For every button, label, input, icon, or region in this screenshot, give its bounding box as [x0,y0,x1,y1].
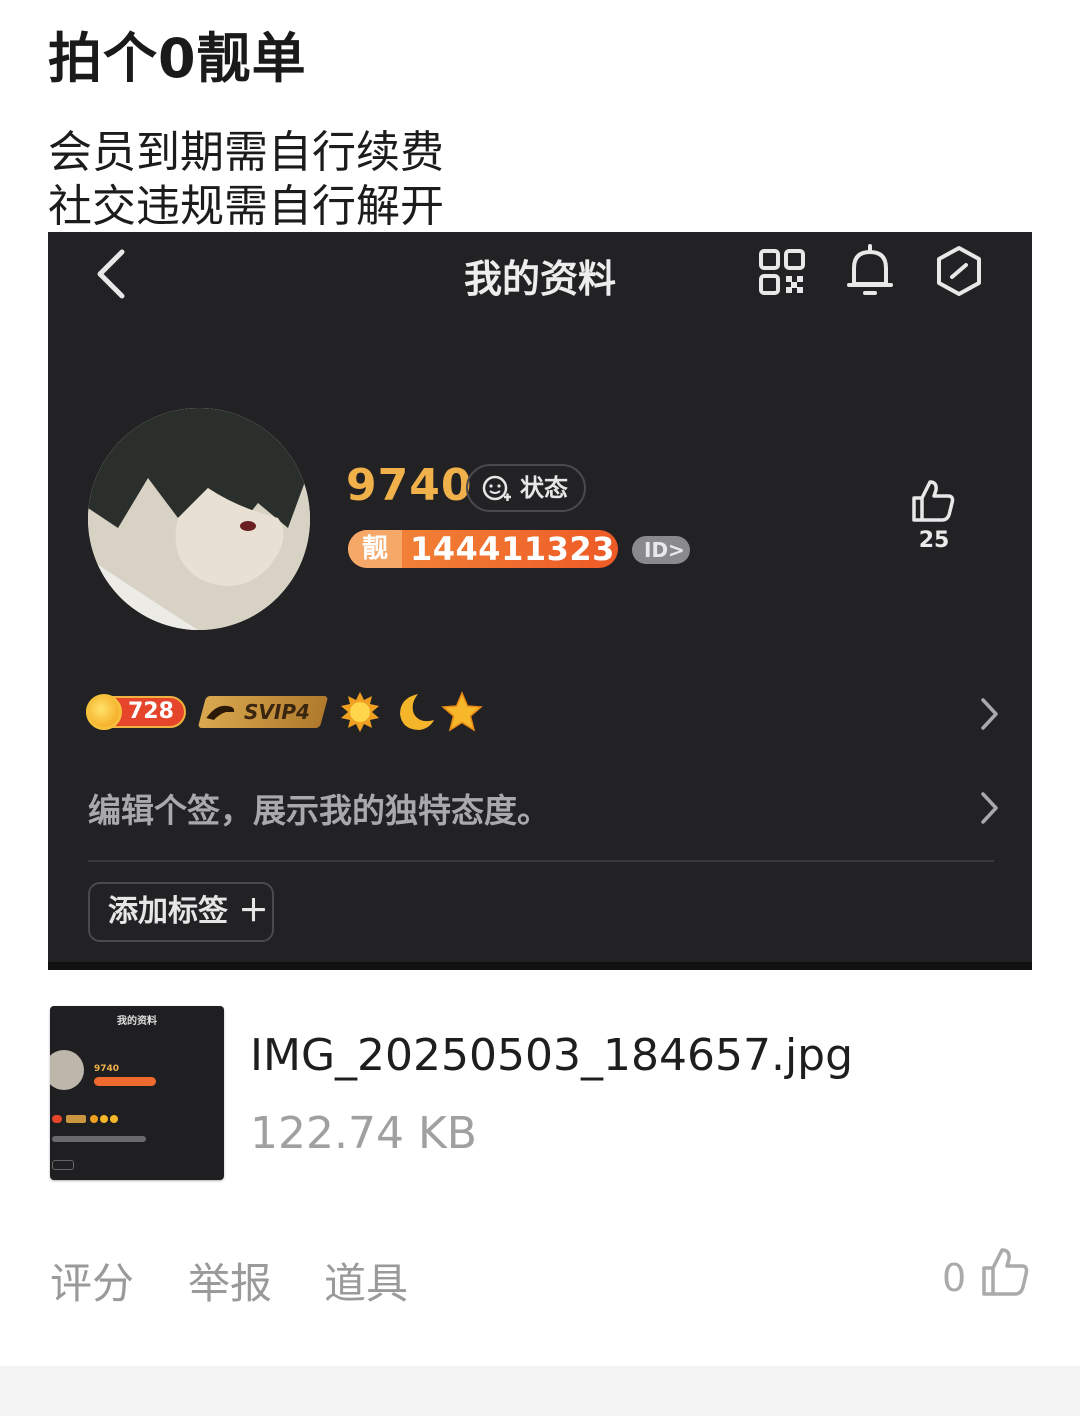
qr-code-icon [759,249,805,295]
avatar-illustration [88,408,310,630]
liang-badge: 靓 [348,530,402,568]
like-button[interactable] [910,478,958,528]
file-size: 122.74 KB [250,1108,477,1159]
smile-icon [482,475,511,501]
screenshot-header: 我的资料 [48,232,1032,318]
status-button[interactable]: 状态 [466,464,586,512]
coin-value: 728 [128,699,174,724]
thumb-uid-badge [94,1077,156,1086]
thumb-username: 9740 [94,1064,120,1074]
post-line: 社交违规需自行解开 [48,181,444,232]
badges-row[interactable]: 728 SVIP4 [84,688,998,740]
like-count: 25 [918,528,950,553]
chevron-right-icon [981,792,998,824]
bottom-bar [0,1366,1080,1416]
star-icon [441,691,483,732]
profile-screenshot[interactable]: 我的资料 9740 状态 靓 1444113231 ID> 25 728 SVI… [48,232,1032,970]
moon-icon [400,694,434,730]
thumb-tag [52,1160,74,1170]
dragon-icon [206,705,235,720]
username: 9740 [346,460,473,511]
file-name[interactable]: IMG_20250503_184657.jpg [250,1030,853,1081]
svip-badge: SVIP4 [197,696,329,728]
post-body: 会员到期需自行续费 社交违规需自行解开 [48,126,444,234]
chevron-right-icon [981,698,998,730]
thumb-signature [52,1136,146,1142]
add-tag-button[interactable]: 添加标签 ＋ [88,882,274,942]
post-title: 拍个0靓单 [48,27,307,90]
signature[interactable]: 编辑个签，展示我的独特态度。 [88,784,550,832]
thumb-badges [52,1115,118,1123]
status-label: 状态 [520,474,568,502]
settings-icon [937,246,981,296]
uid-badge[interactable]: 靓 1444113231 [348,530,618,568]
svip-label: SVIP4 [244,700,310,724]
coin-badge: 728 [86,694,186,730]
sun-icon [341,692,379,732]
props-button[interactable]: 道具 [324,1250,408,1311]
post-line: 会员到期需自行续费 [48,127,444,178]
coin-icon [86,694,122,730]
thumb-avatar [50,1050,84,1090]
uid-number: 1444113231 [410,530,618,568]
bell-icon [847,244,893,295]
thumbs-up-icon[interactable] [980,1246,1030,1298]
id-chip[interactable]: ID> [632,536,690,564]
report-button[interactable]: 举报 [188,1250,272,1311]
avatar[interactable] [88,408,310,630]
attachment-thumbnail[interactable]: 我的资料 9740 [50,1006,224,1180]
post-like-count: 0 [942,1256,967,1300]
thumbs-up-icon [912,480,955,522]
divider [88,860,994,862]
thumb-title: 我的资料 [117,1016,157,1027]
rate-button[interactable]: 评分 [50,1250,134,1311]
